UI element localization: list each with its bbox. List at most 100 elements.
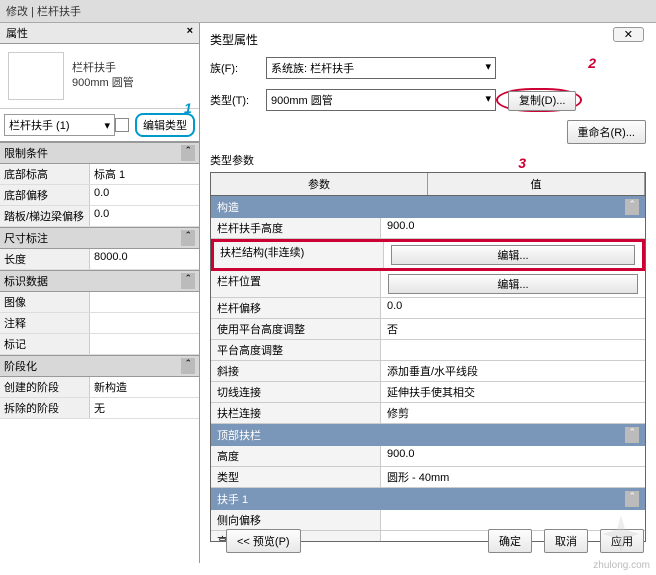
param-value[interactable]: 添加垂直/水平线段 [381,361,645,381]
dialog-title: 类型属性 [210,31,646,56]
property-row: 标记 [0,334,199,355]
preview-button[interactable]: << 预览(P) [226,529,301,553]
param-row: 类型圆形 - 40mm [211,467,645,488]
param-value[interactable]: 修剪 [381,403,645,423]
property-row: 拆除的阶段无 [0,398,199,419]
collapse-icon[interactable]: ⌃ [625,199,639,215]
chevron-down-icon: ▾ [104,119,110,132]
param-value[interactable]: 编辑... [381,271,645,297]
prop-label: 长度 [0,249,90,269]
param-name: 栏杆位置 [211,271,381,297]
edit-cell-button[interactable]: 编辑... [388,274,638,294]
param-name: 扶栏连接 [211,403,381,423]
type-info: 栏杆扶手 900mm 圆管 [72,61,134,92]
ok-button[interactable]: 确定 [488,529,532,553]
param-row: 栏杆位置编辑... [211,271,645,298]
param-row: 侧向偏移 [211,510,645,531]
prop-value[interactable]: 0.0 [90,206,199,226]
prop-value[interactable] [90,313,199,333]
group-header[interactable]: 尺寸标注⌃ [0,227,199,249]
property-groups: 限制条件⌃底部标高标高 1底部偏移0.0踏板/梯边梁偏移0.0尺寸标注⌃长度80… [0,142,199,419]
param-row: 扶栏连接修剪 [211,403,645,424]
prop-value[interactable] [90,334,199,354]
filter-icon[interactable] [115,118,129,132]
col-value: 值 [428,173,645,195]
prop-value[interactable]: 无 [90,398,199,418]
chevron-down-icon: ▾ [485,92,491,108]
param-value[interactable]: 编辑... [384,242,642,268]
group-header[interactable]: 限制条件⌃ [0,142,199,164]
family-label: 族(F): [210,60,266,76]
prop-value[interactable]: 新构造 [90,377,199,397]
prop-label: 拆除的阶段 [0,398,90,418]
prop-label: 创建的阶段 [0,377,90,397]
property-row: 踏板/梯边梁偏移0.0 [0,206,199,227]
rename-row: 重命名(R)... [210,120,646,144]
param-value[interactable]: 0.0 [381,298,645,318]
param-name: 扶栏结构(非连续) [214,242,384,268]
param-value[interactable]: 圆形 - 40mm [381,467,645,487]
collapse-icon[interactable]: ⌃ [181,145,195,161]
param-value[interactable]: 否 [381,319,645,339]
window-titlebar: 修改 | 栏杆扶手 [0,0,656,23]
param-table: 参数 值 构造⌃栏杆扶手高度900.0扶栏结构(非连续)编辑...栏杆位置编辑.… [210,172,646,542]
collapse-icon[interactable]: ⌃ [181,358,195,374]
param-section-header[interactable]: 顶部扶栏⌃ [211,424,645,446]
edit-type-button[interactable]: 编辑类型 [135,113,195,137]
group-header[interactable]: 标识数据⌃ [0,270,199,292]
family-dropdown[interactable]: 系统族: 栏杆扶手 ▾ [266,57,496,79]
collapse-icon[interactable]: ⌃ [181,273,195,289]
prop-label: 图像 [0,292,90,312]
param-value[interactable]: 900.0 [381,446,645,466]
prop-value[interactable]: 8000.0 [90,249,199,269]
rename-button[interactable]: 重命名(R)... [567,120,646,144]
property-row: 底部偏移0.0 [0,185,199,206]
main-layout: 属性 × 栏杆扶手 900mm 圆管 栏杆扶手 (1) ▾ 编辑类型 限制条件⌃… [0,23,656,563]
instance-selector-row: 栏杆扶手 (1) ▾ 编辑类型 [0,109,199,142]
param-section-header[interactable]: 构造⌃ [211,196,645,218]
edit-cell-button[interactable]: 编辑... [391,245,635,265]
param-name: 栏杆偏移 [211,298,381,318]
property-row: 创建的阶段新构造 [0,377,199,398]
properties-header: 属性 × [0,23,199,44]
param-row: 使用平台高度调整否 [211,319,645,340]
prop-label: 底部标高 [0,164,90,184]
property-row: 长度8000.0 [0,249,199,270]
param-name: 栏杆扶手高度 [211,218,381,238]
type-sub: 900mm 圆管 [72,76,134,91]
param-value[interactable]: 900.0 [381,218,645,238]
param-section-header[interactable]: 扶手 1⌃ [211,488,645,510]
collapse-icon[interactable]: ⌃ [625,491,639,507]
dialog-close-button[interactable]: ✕ [613,27,644,42]
collapse-icon[interactable]: ⌃ [625,427,639,443]
param-name: 类型 [211,467,381,487]
param-table-body: 构造⌃栏杆扶手高度900.0扶栏结构(非连续)编辑...栏杆位置编辑...栏杆偏… [211,196,645,542]
type-dropdown[interactable]: 900mm 圆管 ▾ [266,89,496,111]
param-value[interactable] [381,340,645,360]
param-value[interactable]: 延伸扶手使其相交 [381,382,645,402]
prop-value[interactable]: 0.0 [90,185,199,205]
param-row: 栏杆扶手高度900.0 [211,218,645,239]
type-name: 栏杆扶手 [72,61,134,76]
param-table-header: 参数 值 [211,173,645,196]
annotation-2: 2 [588,55,596,71]
copy-button[interactable]: 复制(D)... [508,91,576,111]
group-header[interactable]: 阶段化⌃ [0,355,199,377]
close-icon[interactable]: × [187,25,193,41]
family-value: 系统族: 栏杆扶手 [271,60,354,76]
watermark-logo [600,513,642,555]
param-name: 斜接 [211,361,381,381]
chevron-down-icon: ▾ [485,60,491,76]
prop-value[interactable] [90,292,199,312]
instance-selector[interactable]: 栏杆扶手 (1) ▾ [4,114,115,136]
param-name: 平台高度调整 [211,340,381,360]
properties-panel: 属性 × 栏杆扶手 900mm 圆管 栏杆扶手 (1) ▾ 编辑类型 限制条件⌃… [0,23,200,563]
annotation-3: 3 [518,155,526,171]
param-row: 扶栏结构(非连续) 编辑... [211,239,645,271]
annotation-1: 1 [184,100,192,116]
properties-title: 属性 [6,25,28,41]
param-row: 切线连接延伸扶手使其相交 [211,382,645,403]
collapse-icon[interactable]: ⌃ [181,230,195,246]
cancel-button[interactable]: 取消 [544,529,588,553]
prop-value[interactable]: 标高 1 [90,164,199,184]
